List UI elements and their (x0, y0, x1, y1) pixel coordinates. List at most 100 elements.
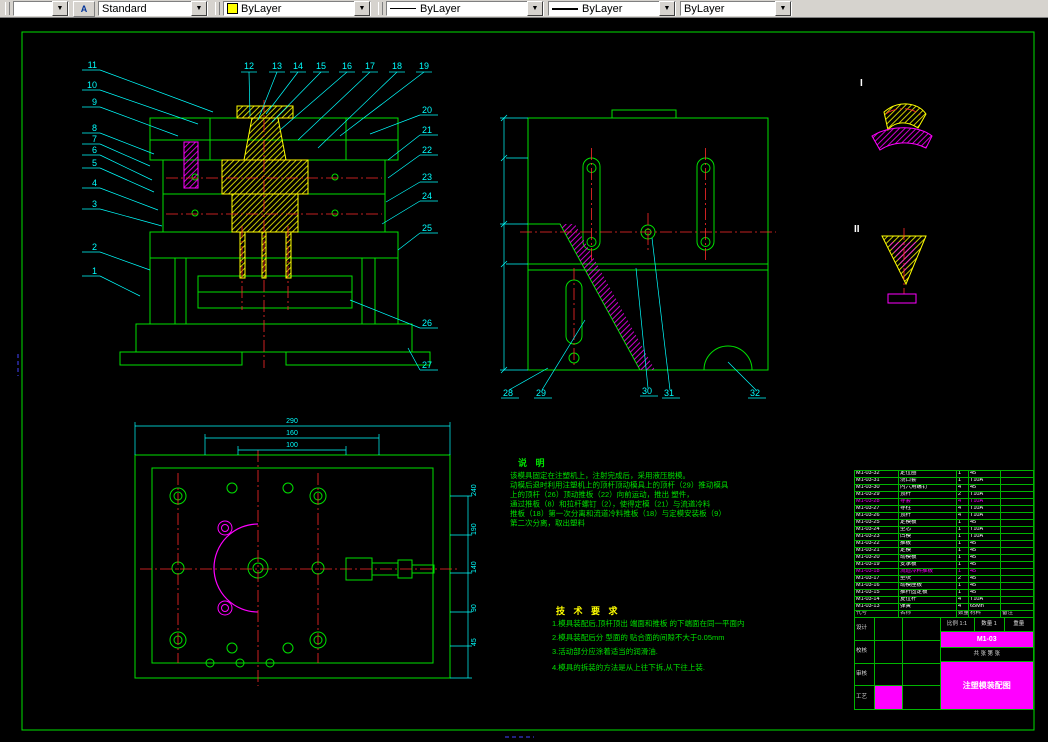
part-note (1001, 534, 1034, 540)
tech-item: 4.模具的拆装的方法是从上往下拆,从下往上装. (552, 662, 705, 672)
part-qty: 2 (957, 576, 969, 582)
date-cell (903, 686, 941, 709)
part-material: 45 (969, 485, 1001, 491)
callout-8: 8 (92, 123, 97, 133)
side-view (500, 109, 776, 374)
chevron-down-icon[interactable]: ▼ (527, 1, 543, 16)
part-code: M1-03-14 (855, 597, 899, 603)
part-qty: 4 (957, 513, 969, 519)
part-qty: 1 (957, 527, 969, 533)
part-material: T10A (969, 499, 1001, 505)
callout-26: 26 (422, 318, 432, 328)
locating-ring (236, 105, 294, 119)
chevron-down-icon[interactable]: ▼ (775, 1, 791, 16)
table-row: M1-03-25 定模板 1 45 (854, 520, 1034, 527)
text-style-manager-button[interactable]: A (73, 0, 95, 17)
table-row: M1-03-24 型芯 1 T10A (854, 527, 1034, 534)
toolbar-grip[interactable] (378, 2, 383, 15)
color-combo[interactable]: ByLayer ▼ (223, 1, 371, 16)
callout-27: 27 (422, 360, 432, 370)
lineweight-combo[interactable]: ByLayer ▼ (548, 1, 676, 16)
part-material: 45 (969, 590, 1001, 596)
note-line: 推板（18）第一次分离和流道冷料推板（18）与定模安装板（9） (510, 508, 726, 518)
callout-30: 30 (642, 386, 652, 396)
callout-13: 13 (272, 61, 282, 71)
base-foot-left (119, 351, 243, 366)
dim-100: 100 (286, 442, 298, 449)
callout-3: 3 (92, 199, 97, 209)
signature-cell (875, 663, 903, 686)
callout-17: 17 (365, 61, 375, 71)
note-line: 通过推板（8）和拉杆螺钉（2），使得定模（21）与流道冷料 (510, 499, 711, 509)
plotstyle-combo[interactable]: ByLayer ▼ (680, 1, 792, 16)
note-line: 该模具固定在注塑机上，注射完成后，采用液压脱模。 (510, 470, 690, 480)
gate-insert (183, 141, 199, 189)
role-label: 校核 (855, 640, 875, 663)
detail-1-cap (883, 103, 927, 132)
callout-14: 14 (293, 61, 303, 71)
part-material: T10A (969, 513, 1001, 519)
role-label: 设计 (855, 618, 875, 640)
viewport-grips[interactable] (17, 354, 534, 738)
callout-28: 28 (503, 388, 513, 398)
text-style-combo[interactable]: Standard ▼ (98, 1, 208, 16)
detail-label-2: II (854, 224, 860, 235)
part-code: M1-03-25 (855, 520, 899, 526)
tech-title: 技 术 要 求 (556, 605, 621, 616)
part-note (1001, 583, 1034, 589)
plan-dim-texts: 290 160 100 240 190 140 90 45 (286, 418, 478, 646)
callout-4: 4 (92, 178, 97, 188)
role-label: 工艺 (855, 686, 875, 709)
linetype-combo[interactable]: ByLayer ▼ (386, 1, 544, 16)
part-name: 凹模 (899, 534, 957, 540)
part-note (1001, 597, 1034, 603)
magenta-holes (217, 520, 233, 616)
note-line: 动模后退时利用注塑机上的顶杆顶动模具上的顶杆（29）推动模具 (510, 480, 729, 490)
callout-11: 11 (88, 60, 97, 70)
color-swatch (227, 3, 238, 14)
part-note (1001, 562, 1034, 568)
drawing-code-cell: M1-03 (940, 632, 1033, 648)
table-row: M1-03-22 推板 1 45 (854, 541, 1034, 548)
part-qty: 4 (957, 485, 969, 491)
table-row: M1-03-13 弹簧 4 65Mn (854, 604, 1034, 611)
base-foot-right (285, 351, 431, 366)
chevron-down-icon[interactable]: ▼ (52, 1, 68, 16)
plotstyle-value: ByLayer (684, 2, 725, 15)
spacer-block-left (149, 257, 187, 325)
part-code: M1-03-30 (855, 485, 899, 491)
table-row: M1-03-17 垫块 2 45 (854, 576, 1034, 583)
part-note (1001, 548, 1034, 554)
toolbar-grip[interactable] (215, 2, 220, 15)
callout-15: 15 (316, 61, 326, 71)
detail-view-2: II (854, 224, 927, 304)
callout-7: 7 (92, 134, 97, 144)
callout-25: 25 (422, 223, 432, 233)
part-material: 45 (969, 471, 1001, 477)
table-row: M1-03-28 导套 4 T10A (854, 499, 1034, 506)
chevron-down-icon[interactable]: ▼ (191, 1, 207, 16)
dim-90: 90 (471, 604, 478, 612)
date-cell (903, 663, 941, 686)
callout-20: 20 (422, 105, 432, 115)
table-row: M1-03-23 凹模 1 T10A (854, 534, 1034, 541)
part-code: M1-03-20 (855, 555, 899, 561)
chevron-down-icon[interactable]: ▼ (354, 1, 370, 16)
parts-list: M1-03-32 定位圈 1 45 M1-03-31 浇口套 1 T10A M1… (854, 470, 1034, 611)
part-qty: 1 (957, 471, 969, 477)
cavity-arc (213, 523, 259, 613)
main-section-view (119, 100, 431, 368)
part-name: 定模板 (899, 520, 957, 526)
part-note (1001, 576, 1034, 582)
callout-16: 16 (342, 61, 352, 71)
core-insert-upper (221, 159, 309, 195)
notes-block: 说 明 该模具固定在注塑机上，注射完成后，采用液压脱模。 动模后退时利用注塑机上… (510, 457, 729, 528)
table-row: M1-03-31 浇口套 1 T10A (854, 478, 1034, 485)
toolbar-grip[interactable] (5, 2, 10, 15)
chevron-down-icon[interactable]: ▼ (659, 1, 675, 16)
layer-combo[interactable]: ▼ (13, 1, 69, 16)
part-code: M1-03-28 (855, 499, 899, 505)
part-code: M1-03-23 (855, 534, 899, 540)
dim-190: 190 (471, 523, 478, 535)
part-name: 推杆固定板 (899, 590, 957, 596)
